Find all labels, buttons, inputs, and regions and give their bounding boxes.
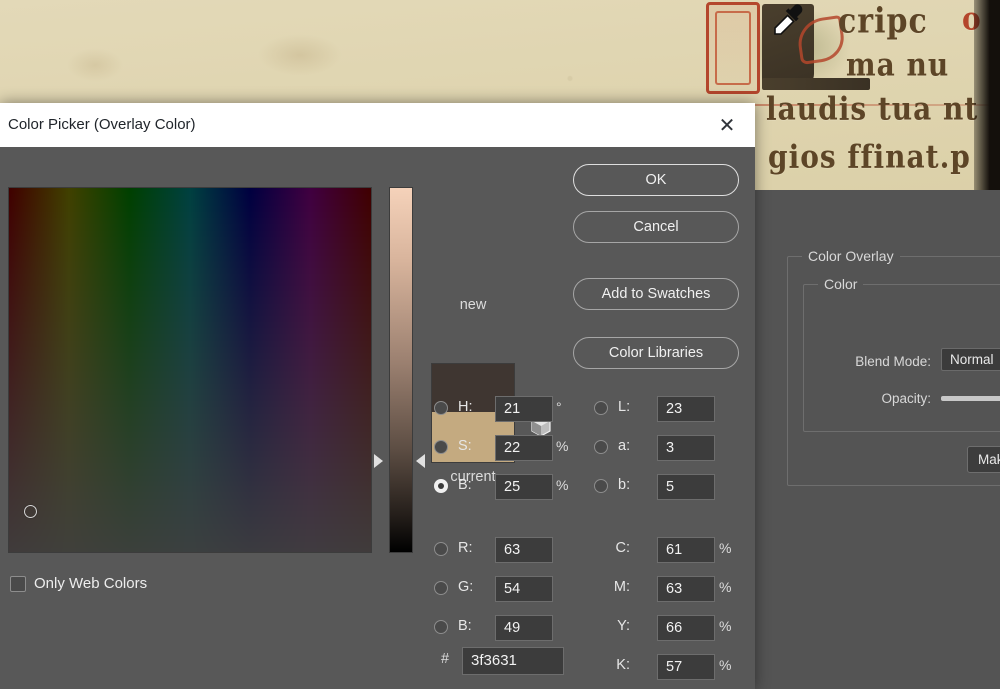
- unit-hue: °: [556, 399, 562, 415]
- only-web-colors-label: Only Web Colors: [34, 575, 148, 592]
- label-green: G:: [458, 579, 474, 595]
- hex-input[interactable]: 3f3631: [462, 647, 564, 675]
- color-field-gradient: [8, 187, 372, 553]
- manuscript-text-line: ma nu: [846, 45, 950, 84]
- label-cyan: C:: [615, 540, 631, 556]
- color-group-label: Color: [818, 276, 864, 292]
- hex-sign: #: [441, 651, 450, 667]
- color-field-marker[interactable]: [24, 505, 37, 518]
- slider-right-arrow-marker[interactable]: [416, 454, 425, 468]
- input-lab-b[interactable]: 5: [657, 474, 715, 500]
- label-saturation: S:: [458, 438, 472, 454]
- cancel-button[interactable]: Cancel: [573, 211, 739, 243]
- illuminated-initial-border: [706, 2, 760, 94]
- unit-yellow: %: [719, 618, 732, 634]
- radio-green[interactable]: [434, 581, 448, 595]
- screen: o cripc ma nu laudis tua nt gios ffinat.…: [0, 0, 1000, 689]
- radio-lab-l[interactable]: [594, 401, 608, 415]
- radio-red[interactable]: [434, 542, 448, 556]
- label-lab-a: a:: [618, 438, 631, 454]
- input-blue[interactable]: 49: [495, 615, 553, 641]
- unit-saturation: %: [556, 438, 569, 454]
- color-picker-titlebar: Color Picker (Overlay Color) ✕: [0, 103, 755, 147]
- manuscript-text-line: gios ffinat.p: [768, 137, 971, 176]
- unit-black: %: [719, 657, 732, 673]
- add-to-swatches-button[interactable]: Add to Swatches: [573, 278, 739, 310]
- radio-lab-a[interactable]: [594, 440, 608, 454]
- make-default-button[interactable]: Make De: [967, 446, 1000, 473]
- blend-mode-label: Blend Mode:: [855, 354, 931, 369]
- slider-left-arrow-marker[interactable]: [374, 454, 383, 468]
- color-picker-title: Color Picker (Overlay Color): [8, 116, 196, 133]
- close-icon[interactable]: ✕: [709, 113, 745, 139]
- manuscript-text-line: cripc: [838, 1, 928, 42]
- radio-saturation[interactable]: [434, 440, 448, 454]
- label-lab-l: L:: [618, 399, 631, 415]
- brightness-overlay-layer: [9, 188, 371, 552]
- ok-button[interactable]: OK: [573, 164, 739, 196]
- label-yellow: Y:: [617, 618, 630, 634]
- radio-lab-b[interactable]: [594, 479, 608, 493]
- eyedropper-cursor: [771, 2, 805, 38]
- input-magenta[interactable]: 63: [657, 576, 715, 602]
- label-brightness: B:: [458, 477, 472, 493]
- color-overlay-label: Color Overlay: [802, 248, 900, 264]
- input-cyan[interactable]: 61: [657, 537, 715, 563]
- opacity-label: Opacity:: [881, 391, 931, 406]
- input-green[interactable]: 54: [495, 576, 553, 602]
- opacity-slider[interactable]: [941, 396, 1000, 401]
- input-red[interactable]: 63: [495, 537, 553, 563]
- label-blue: B:: [458, 618, 472, 634]
- color-libraries-button[interactable]: Color Libraries: [573, 337, 739, 369]
- radio-hue[interactable]: [434, 401, 448, 415]
- input-lab-l[interactable]: 23: [657, 396, 715, 422]
- radio-blue[interactable]: [434, 620, 448, 634]
- unit-magenta: %: [719, 579, 732, 595]
- color-field[interactable]: [8, 187, 372, 553]
- brightness-slider[interactable]: [389, 187, 413, 553]
- label-lab-b: b:: [618, 477, 631, 493]
- input-yellow[interactable]: 66: [657, 615, 715, 641]
- unit-cyan: %: [719, 540, 732, 556]
- unit-brightness: %: [556, 477, 569, 493]
- new-color-label: new: [459, 297, 487, 313]
- label-hue: H:: [458, 399, 473, 415]
- input-brightness[interactable]: 25: [495, 474, 553, 500]
- input-saturation[interactable]: 22: [495, 435, 553, 461]
- blend-mode-select[interactable]: Normal: [941, 348, 1000, 371]
- input-lab-a[interactable]: 3: [657, 435, 715, 461]
- manuscript-text-line: laudis tua nt: [766, 89, 979, 128]
- label-black: K:: [616, 657, 630, 673]
- only-web-colors-checkbox[interactable]: [10, 576, 26, 592]
- color-picker-dialog: Color Picker (Overlay Color) ✕ new curre…: [0, 103, 755, 689]
- label-magenta: M:: [613, 579, 630, 595]
- input-hue[interactable]: 21: [495, 396, 553, 422]
- label-red: R:: [458, 540, 473, 556]
- radio-brightness[interactable]: [434, 479, 448, 493]
- input-black[interactable]: 57: [657, 654, 715, 680]
- layer-style-panel: Color Overlay Color Blend Mode: Normal O…: [754, 190, 1000, 689]
